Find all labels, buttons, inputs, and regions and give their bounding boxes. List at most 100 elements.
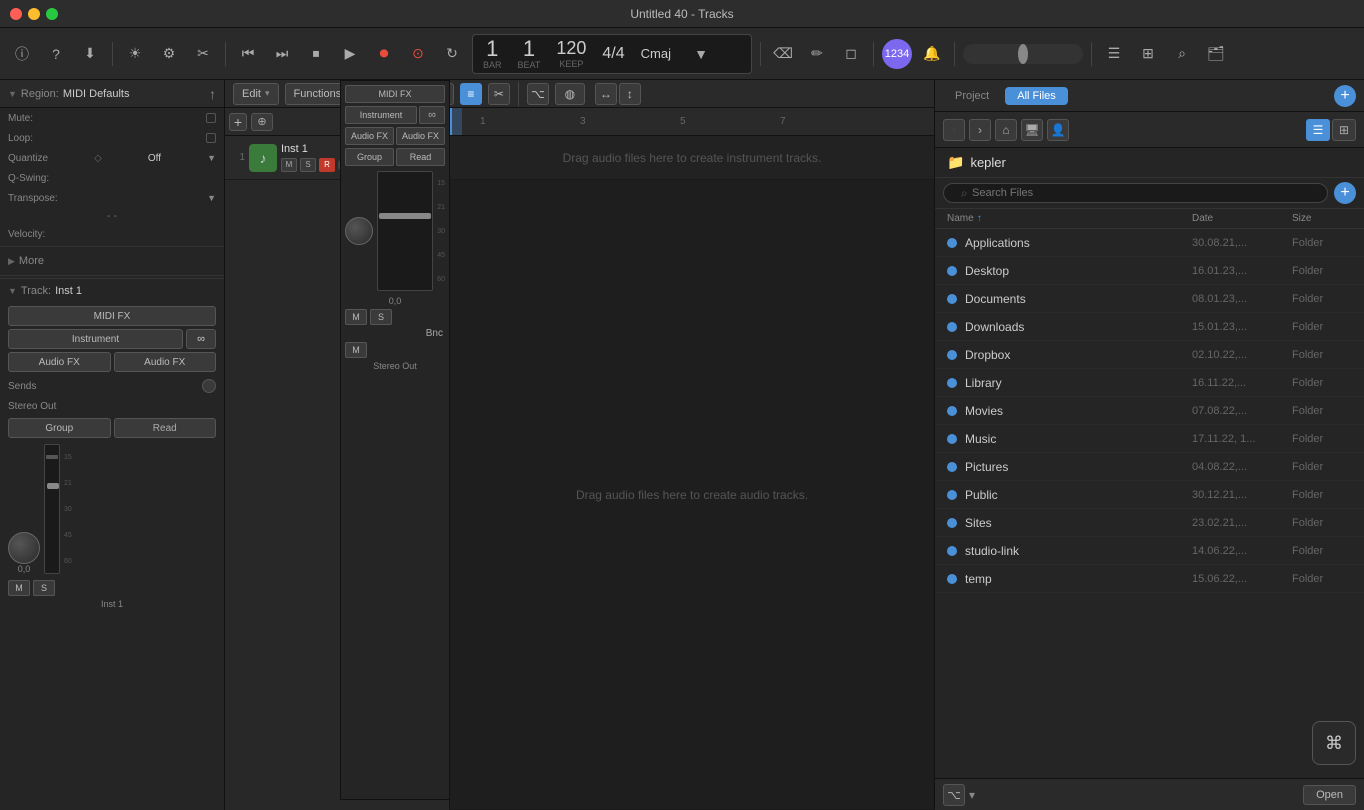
user-btn[interactable]: 👤 xyxy=(1047,119,1069,141)
search-toolbar-button[interactable]: ⌕ xyxy=(1168,40,1196,68)
file-item[interactable]: Sites 23.02.21,... Folder xyxy=(935,509,1364,537)
track-s-btn[interactable]: S xyxy=(300,158,316,172)
strip-group-btn[interactable]: Group xyxy=(345,148,394,166)
add-search-btn[interactable]: + xyxy=(1334,182,1356,204)
track-lane-instrument[interactable]: Drag audio files here to create instrume… xyxy=(450,136,934,180)
duplicate-btn[interactable]: ⊕ xyxy=(251,113,273,131)
audio-fx-btn1[interactable]: Audio FX xyxy=(8,352,111,372)
more-section[interactable]: ▶ More xyxy=(0,249,224,273)
transport-dropdown[interactable]: ▼ xyxy=(687,40,715,68)
strip-read-btn[interactable]: Read xyxy=(396,148,445,166)
edit-menu-btn[interactable]: Edit ▾ xyxy=(233,83,279,105)
strip-main-knob[interactable] xyxy=(345,217,373,245)
col-name-header[interactable]: Name ↑ xyxy=(947,213,1192,224)
flex-button[interactable]: ◻ xyxy=(837,40,865,68)
back-btn[interactable]: ‹ xyxy=(943,119,965,141)
maximize-button[interactable] xyxy=(46,8,58,20)
open-btn[interactable]: Open xyxy=(1303,785,1356,805)
solo-btn-1[interactable]: S xyxy=(33,580,55,596)
help-button[interactable]: ? xyxy=(42,40,70,68)
search-input[interactable] xyxy=(943,183,1328,203)
fader-track-1[interactable] xyxy=(44,444,60,574)
footer-arrow[interactable]: ▾ xyxy=(969,788,975,802)
strip-audio-fx-btn1[interactable]: Audio FX xyxy=(345,127,394,145)
track-m-btn[interactable]: M xyxy=(281,158,297,172)
file-item[interactable]: temp 15.06.22,... Folder xyxy=(935,565,1364,593)
file-item[interactable]: Downloads 15.01.23,... Folder xyxy=(935,313,1364,341)
list-view-btn[interactable]: ☰ xyxy=(1306,119,1330,141)
group-btn-1[interactable]: Group xyxy=(8,418,111,438)
sends-knob[interactable] xyxy=(202,379,216,393)
main-knob[interactable] xyxy=(8,532,40,564)
strip-m-btn2[interactable]: M xyxy=(345,342,367,358)
import-button[interactable]: ⬇ xyxy=(76,40,104,68)
file-item[interactable]: Dropbox 02.10.22,... Folder xyxy=(935,341,1364,369)
rewind-button[interactable]: ⏮ xyxy=(234,40,262,68)
capture-button[interactable]: ⊙ xyxy=(404,40,432,68)
midi-fx-btn[interactable]: MIDI FX xyxy=(8,306,216,326)
add-browser-btn[interactable]: + xyxy=(1334,85,1356,107)
forward-btn[interactable]: › xyxy=(969,119,991,141)
play-button[interactable]: ▶ xyxy=(336,40,364,68)
edit-tool-button[interactable]: ✏ xyxy=(803,40,831,68)
file-item[interactable]: Documents 08.01.23,... Folder xyxy=(935,285,1364,313)
instrument-icon[interactable]: ∞ xyxy=(186,329,216,349)
tab-project[interactable]: Project xyxy=(943,87,1001,105)
strip-m-btn[interactable]: M xyxy=(345,309,367,325)
file-item[interactable]: Library 16.11.22,... Folder xyxy=(935,369,1364,397)
fast-forward-button[interactable]: ⏭ xyxy=(268,40,296,68)
file-item[interactable]: studio-link 14.06.22,... Folder xyxy=(935,537,1364,565)
region-expand-btn[interactable]: ↑ xyxy=(209,86,216,102)
volume-slider[interactable] xyxy=(963,44,1083,64)
strip-fader-track[interactable] xyxy=(377,171,433,291)
mute-checkbox[interactable] xyxy=(206,113,216,123)
file-item[interactable]: Public 30.12.21,... Folder xyxy=(935,481,1364,509)
col-size-header[interactable]: Size xyxy=(1292,213,1352,224)
zoom-out-btn[interactable]: ↕ xyxy=(619,83,641,105)
stop-button[interactable]: ⏹ xyxy=(302,40,330,68)
strip-midi-fx-btn[interactable]: MIDI FX xyxy=(345,85,445,103)
swing-btn[interactable]: ⌥ xyxy=(527,83,549,105)
delete-button[interactable]: ⌫ xyxy=(769,40,797,68)
read-btn-1[interactable]: Read xyxy=(114,418,217,438)
track-lane-audio[interactable]: Drag audio files here to create audio tr… xyxy=(450,180,934,810)
cycle-button[interactable]: ↻ xyxy=(438,40,466,68)
audio-fx-btn2[interactable]: Audio FX xyxy=(114,352,217,372)
footer-icon-btn[interactable]: ⌥ xyxy=(943,784,965,806)
strip-s-btn[interactable]: S xyxy=(370,309,392,325)
loop-btn[interactable]: ◍ xyxy=(555,83,585,105)
notification-button[interactable]: 🔔 xyxy=(918,40,946,68)
quick-action-btn[interactable]: ⌘ xyxy=(1312,721,1356,765)
grid-view-button[interactable]: ⊞ xyxy=(1134,40,1162,68)
zoom-in-btn[interactable]: ↔ xyxy=(595,83,617,105)
strip-audio-fx-btn2[interactable]: Audio FX xyxy=(396,127,445,145)
scissors-btn[interactable]: ✂ xyxy=(488,83,510,105)
region-chevron[interactable]: ▼ xyxy=(8,89,17,99)
strip-fader-handle[interactable] xyxy=(379,213,431,219)
info-button[interactable]: ⓘ xyxy=(8,40,36,68)
mixer-button[interactable]: ⚙ xyxy=(155,40,183,68)
computer-btn[interactable]: 🖥 xyxy=(1021,119,1043,141)
file-item[interactable]: Music 17.11.22, 1... Folder xyxy=(935,425,1364,453)
file-item[interactable]: Applications 30.08.21,... Folder xyxy=(935,229,1364,257)
file-item[interactable]: Pictures 04.08.22,... Folder xyxy=(935,453,1364,481)
home-btn[interactable]: ⌂ xyxy=(995,119,1017,141)
track-view-btn[interactable]: ≡ xyxy=(460,83,482,105)
tab-all-files[interactable]: All Files xyxy=(1005,87,1068,105)
mute-btn-1[interactable]: M xyxy=(8,580,30,596)
fader-handle[interactable] xyxy=(47,483,59,489)
browser-button[interactable]: 🗂 xyxy=(1202,40,1230,68)
instrument-btn[interactable]: Instrument xyxy=(8,329,183,349)
strip-instrument-icon[interactable]: ∞ xyxy=(419,106,445,124)
transpose-arrow[interactable]: ▼ xyxy=(207,193,216,203)
track-r-btn[interactable]: R xyxy=(319,158,335,172)
quantize-arrow[interactable]: ▼ xyxy=(207,153,216,163)
cut-button[interactable]: ✂ xyxy=(189,40,217,68)
col-date-header[interactable]: Date xyxy=(1192,213,1292,224)
loop-checkbox[interactable] xyxy=(206,133,216,143)
metronome-button[interactable]: ☀ xyxy=(121,40,149,68)
list-view-button[interactable]: ☰ xyxy=(1100,40,1128,68)
file-item[interactable]: Movies 07.08.22,... Folder xyxy=(935,397,1364,425)
file-item[interactable]: Desktop 16.01.23,... Folder xyxy=(935,257,1364,285)
add-track-btn[interactable]: + xyxy=(229,113,247,131)
